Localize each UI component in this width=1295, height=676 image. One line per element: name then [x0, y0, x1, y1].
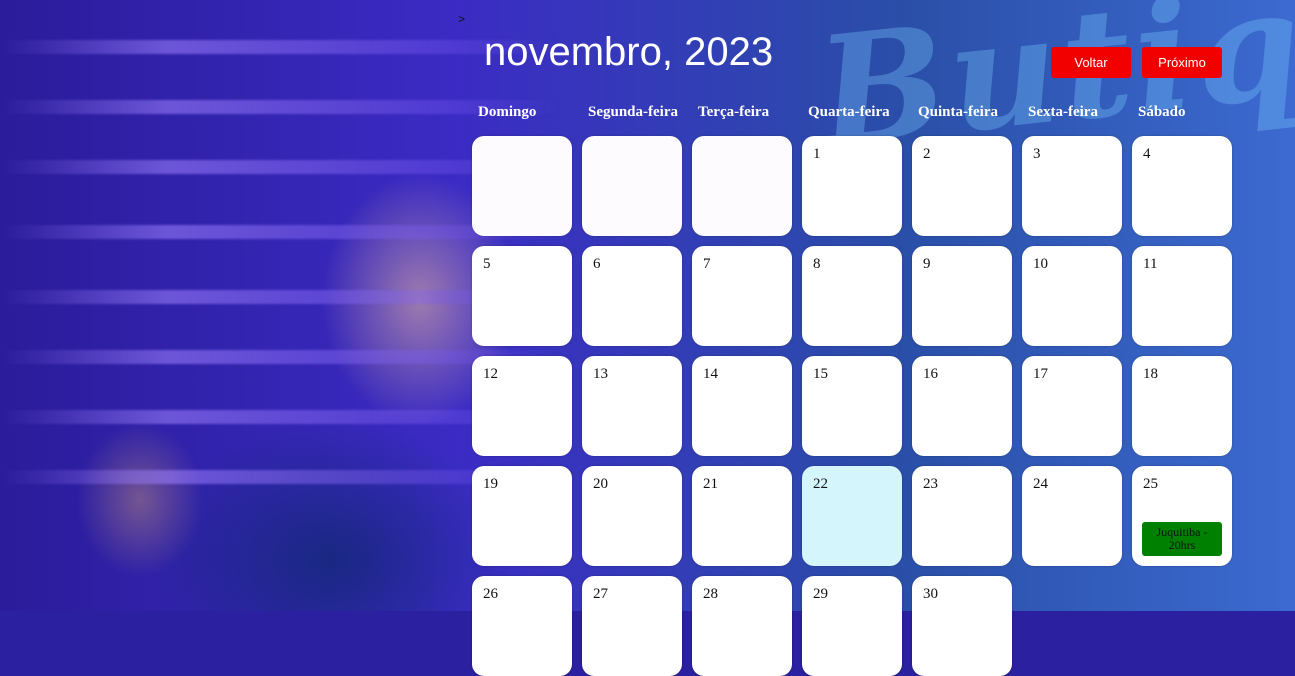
weekday-label: Sexta-feira: [1028, 104, 1098, 120]
day-cell[interactable]: 16: [912, 356, 1012, 456]
weekday-label: Domingo: [478, 104, 537, 120]
day-number: 23: [923, 476, 938, 492]
day-number: 26: [483, 586, 498, 602]
day-cell[interactable]: 15: [802, 356, 902, 456]
day-number: 20: [593, 476, 608, 492]
day-cell[interactable]: 18: [1132, 356, 1232, 456]
day-number: 2: [923, 146, 931, 162]
back-button[interactable]: Voltar: [1051, 47, 1131, 78]
weekday-label: Segunda-feira: [588, 104, 678, 120]
day-cell[interactable]: 13: [582, 356, 682, 456]
day-cell[interactable]: 28: [692, 576, 792, 676]
month-title: novembro, 2023: [484, 30, 774, 74]
day-number: 16: [923, 366, 938, 382]
day-cell[interactable]: 20: [582, 466, 682, 566]
day-number: 14: [703, 366, 718, 382]
day-number: 24: [1033, 476, 1048, 492]
day-cell[interactable]: 2: [912, 136, 1012, 236]
day-number: 19: [483, 476, 498, 492]
day-number: 30: [923, 586, 938, 602]
weekday-label: Terça-feira: [698, 104, 770, 120]
day-cell[interactable]: 10: [1022, 246, 1122, 346]
day-number: 28: [703, 586, 718, 602]
day-cell[interactable]: 9: [912, 246, 1012, 346]
day-cell[interactable]: 8: [802, 246, 902, 346]
day-number: 3: [1033, 146, 1041, 162]
day-cell[interactable]: 24: [1022, 466, 1122, 566]
day-cell[interactable]: 21: [692, 466, 792, 566]
day-cell[interactable]: 12: [472, 356, 572, 456]
day-number: 8: [813, 256, 821, 272]
day-number: 18: [1143, 366, 1158, 382]
next-button[interactable]: Próximo: [1142, 47, 1222, 78]
day-cell[interactable]: 17: [1022, 356, 1122, 456]
day-cell[interactable]: 25 Juquitiba - 20hrs: [1132, 466, 1232, 566]
day-cell[interactable]: 23: [912, 466, 1012, 566]
day-number: 11: [1143, 256, 1158, 272]
day-number: 22: [813, 476, 828, 492]
day-cell[interactable]: 27: [582, 576, 682, 676]
day-cell[interactable]: 26: [472, 576, 572, 676]
day-cell[interactable]: 3: [1022, 136, 1122, 236]
day-cell[interactable]: 7: [692, 246, 792, 346]
day-cell[interactable]: 4: [1132, 136, 1232, 236]
day-cell[interactable]: 6: [582, 246, 682, 346]
day-number: 29: [813, 586, 828, 602]
day-cell[interactable]: 29: [802, 576, 902, 676]
day-number: 17: [1033, 366, 1048, 382]
day-cell[interactable]: 11: [1132, 246, 1232, 346]
day-number: 10: [1033, 256, 1048, 272]
day-cell[interactable]: 19: [472, 466, 572, 566]
weekday-label: Quarta-feira: [808, 104, 890, 120]
day-number: 5: [483, 256, 491, 272]
day-number: 27: [593, 586, 608, 602]
day-cell[interactable]: 14: [692, 356, 792, 456]
day-number: 1: [813, 146, 821, 162]
marker-glyph: >: [458, 12, 466, 26]
day-number: 13: [593, 366, 608, 382]
event-chip[interactable]: Juquitiba - 20hrs: [1142, 522, 1222, 556]
day-cell[interactable]: 30: [912, 576, 1012, 676]
day-number: 12: [483, 366, 498, 382]
empty-day-cell: [472, 136, 572, 236]
day-number: 15: [813, 366, 828, 382]
empty-day-cell: [692, 136, 792, 236]
day-cell[interactable]: 1: [802, 136, 902, 236]
day-cell[interactable]: 22: [802, 466, 902, 566]
weekday-label: Quinta-feira: [918, 104, 998, 120]
day-number: 25: [1143, 476, 1158, 492]
day-number: 6: [593, 256, 601, 272]
day-number: 9: [923, 256, 931, 272]
day-cell[interactable]: 5: [472, 246, 572, 346]
day-number: 21: [703, 476, 718, 492]
empty-day-cell: [582, 136, 682, 236]
day-number: 7: [703, 256, 711, 272]
day-number: 4: [1143, 146, 1151, 162]
weekday-label: Sábado: [1138, 104, 1186, 120]
